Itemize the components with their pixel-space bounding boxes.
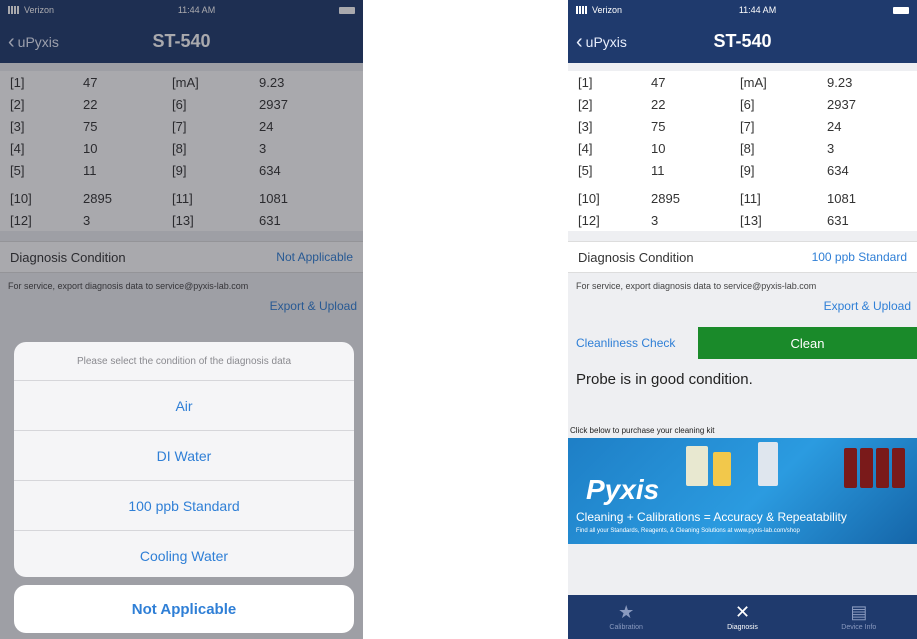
tab-diagnosis[interactable]: ✕ Diagnosis (684, 595, 800, 639)
table-row: [12] 3 [13] 631 (568, 209, 917, 231)
cell: 22 (651, 96, 666, 112)
cell: [12] (578, 212, 600, 228)
diagnosis-condition-value[interactable]: 100 ppb Standard (812, 250, 907, 264)
battery-icon (892, 6, 909, 14)
bottle-graphic (686, 446, 708, 486)
nav-bar: ‹ uPyxis ST-540 (568, 20, 917, 63)
cell: [8] (740, 140, 755, 156)
diagnosis-condition-row[interactable]: Diagnosis Condition 100 ppb Standard (568, 241, 917, 273)
cell: 10 (651, 140, 666, 156)
cell: 631 (827, 212, 849, 228)
probe-condition-text: Probe is in good condition. (576, 371, 753, 388)
cell: [10] (578, 190, 600, 206)
tab-label: Calibration (609, 624, 643, 631)
star-icon: ★ (618, 602, 635, 622)
banner-tagline: Cleaning + Calibrations = Accuracy & Rep… (576, 510, 847, 524)
option-air[interactable]: Air (14, 381, 354, 431)
cleaning-kit-banner[interactable]: Pyxis Cleaning + Calibrations = Accuracy… (568, 438, 917, 544)
bottle-graphic (892, 448, 905, 488)
cleanliness-check-row: Cleanliness Check Clean (568, 327, 917, 359)
option-di-water[interactable]: DI Water (14, 431, 354, 481)
cell: [3] (578, 118, 593, 134)
tab-device-info[interactable]: ▤ Device Info (801, 595, 917, 639)
back-label: uPyxis (585, 33, 627, 50)
action-sheet-title: Please select the condition of the diagn… (14, 342, 354, 381)
cleanliness-check-button[interactable]: Cleanliness Check (568, 336, 698, 350)
bottle-graphic (860, 448, 873, 488)
cell: 75 (651, 118, 666, 134)
cell: 3 (651, 212, 659, 228)
banner-subline: Find all your Standards, Reagents, & Cle… (576, 528, 800, 534)
action-sheet: Please select the condition of the diagn… (14, 342, 354, 577)
table-row: [1] 47 [mA] 9.23 (568, 71, 917, 93)
cell: 2895 (651, 190, 680, 206)
cell: [7] (740, 118, 755, 134)
phone-screen-left: Verizon 11:44 AM ‹ uPyxis ST-540 [1] 47 [m… (0, 0, 363, 639)
cell: [4] (578, 140, 593, 156)
cell: 11 (651, 162, 665, 178)
tools-icon: ✕ (734, 602, 751, 622)
cell: 47 (651, 74, 666, 90)
table-row: [5] 11 [9] 634 (568, 159, 917, 181)
cell: [mA] (740, 74, 767, 90)
bottle-graphic (713, 452, 731, 486)
tab-label: Diagnosis (727, 624, 758, 631)
bottle-graphic (844, 448, 857, 488)
cell: 2937 (827, 96, 856, 112)
cell: 24 (827, 118, 842, 134)
clock: 11:44 AM (738, 5, 777, 15)
diagnosis-condition-label: Diagnosis Condition (578, 249, 694, 265)
info-doc-icon: ▤ (850, 602, 868, 622)
table-row: [10] 2895 [11] 1081 (568, 187, 917, 209)
phone-screen-right: Verizon 11:44 AM ‹ uPyxis ST-540 [1] 47 [m… (568, 0, 917, 639)
bottle-graphic (758, 442, 778, 486)
cell: [5] (578, 162, 593, 178)
table-row: [3] 75 [7] 24 (568, 115, 917, 137)
not-applicable-button[interactable]: Not Applicable (14, 585, 354, 633)
cell: [9] (740, 162, 755, 178)
tab-label: Device Info (841, 624, 877, 631)
bottle-graphic (876, 448, 889, 488)
kit-caption: Click below to purchase your cleaning ki… (570, 426, 715, 435)
cell: [1] (578, 74, 593, 90)
option-100-ppb-standard[interactable]: 100 ppb Standard (14, 481, 354, 531)
carrier-label: Verizon (592, 5, 623, 15)
cell: [6] (740, 96, 755, 112)
cell: 634 (827, 162, 849, 178)
pyxis-logo: Pyxis (586, 474, 660, 505)
back-button[interactable]: ‹ uPyxis (576, 20, 627, 63)
signal-icon (576, 6, 588, 14)
service-note: For service, export diagnosis data to se… (576, 281, 817, 291)
cell: 1081 (827, 190, 856, 206)
table-row: [4] 10 [8] 3 (568, 137, 917, 159)
export-upload-button[interactable]: Export & Upload (568, 291, 917, 313)
cell: [2] (578, 96, 593, 112)
cell: 3 (827, 140, 835, 156)
cleanliness-status-badge: Clean (698, 327, 917, 359)
table-row: [2] 22 [6] 2937 (568, 93, 917, 115)
cell: [11] (740, 190, 761, 206)
status-bar: Verizon 11:44 AM (568, 0, 917, 20)
option-cooling-water[interactable]: Cooling Water (14, 531, 354, 577)
cell: 9.23 (827, 74, 853, 90)
cell: [13] (740, 212, 762, 228)
tab-calibration[interactable]: ★ Calibration (568, 595, 684, 639)
tab-bar: ★ Calibration ✕ Diagnosis ▤ Device Info (568, 595, 917, 639)
diagnosis-grid: [1] 47 [mA] 9.23 [2] 22 [6] 2937 [3] 75 [7] 24 [4… (568, 71, 917, 231)
chevron-left-icon: ‹ (576, 30, 583, 53)
